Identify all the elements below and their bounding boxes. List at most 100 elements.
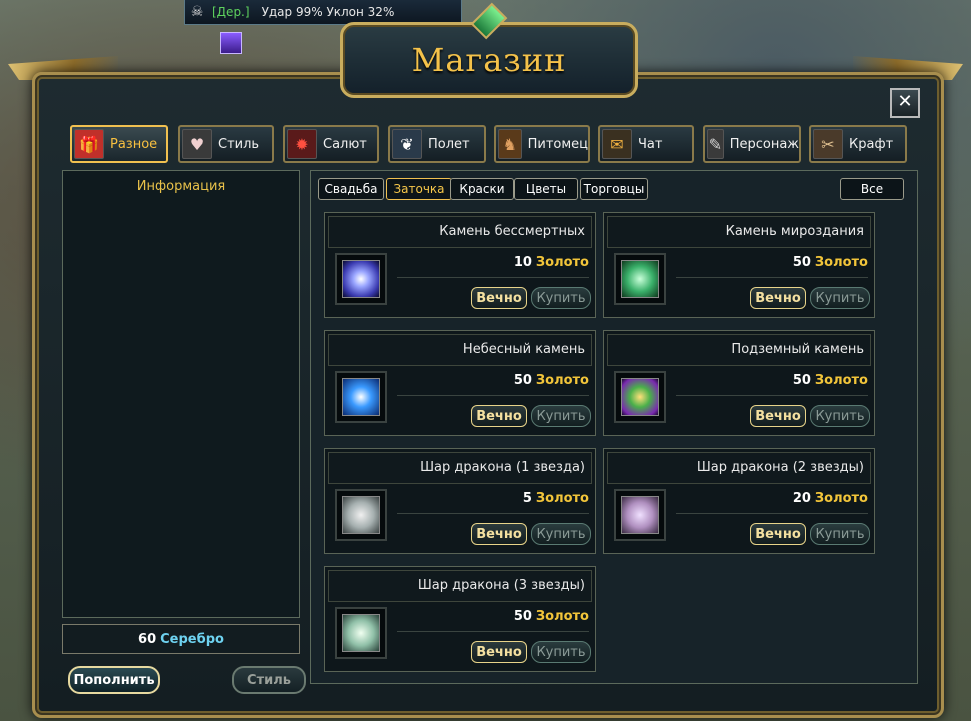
subtab-wedding[interactable]: Свадьба [318, 178, 384, 200]
buy-button[interactable]: Купить [810, 405, 870, 427]
item-icon-frame[interactable] [614, 371, 666, 423]
window-title: Магазин [411, 41, 567, 79]
buy-button[interactable]: Купить [531, 287, 591, 309]
heavenly-stone-icon [342, 378, 380, 416]
subtab-enhance[interactable]: Заточка [386, 178, 452, 200]
forever-button[interactable]: Вечно [471, 523, 527, 545]
tab-craft[interactable]: ✂ Крафт [809, 125, 907, 163]
refill-button[interactable]: Пополнить [68, 666, 160, 694]
forever-button[interactable]: Вечно [471, 405, 527, 427]
price-value: 10 [513, 255, 532, 270]
tab-label: Салют [323, 136, 367, 152]
target-rank: [Дер.] [212, 5, 250, 19]
price-unit: Золото [535, 255, 589, 270]
chat-icon: ✉ [602, 129, 632, 159]
tab-label: Крафт [849, 136, 894, 152]
price-value: 50 [792, 255, 811, 270]
tab-chat[interactable]: ✉ Чат [598, 125, 694, 163]
price-unit: Золото [814, 491, 868, 506]
close-icon: ✕ [897, 91, 913, 112]
subtab-paints[interactable]: Краски [450, 178, 514, 200]
price-value: 50 [513, 373, 532, 388]
price-value: 50 [792, 373, 811, 388]
dragon-ball-3-icon [342, 614, 380, 652]
target-stats: Удар 99% Уклон 32% [261, 5, 395, 19]
dragon-ball-2-icon [621, 496, 659, 534]
item-name: Шар дракона (3 звезды) [328, 570, 592, 602]
buy-button[interactable]: Купить [531, 641, 591, 663]
divider [397, 395, 589, 396]
firework-icon: ✹ [287, 129, 317, 159]
price-unit: Золото [535, 491, 589, 506]
tab-label: Разное [110, 136, 158, 152]
all-button[interactable]: Все [840, 178, 904, 200]
divider [676, 277, 868, 278]
item-icon-frame[interactable] [335, 607, 387, 659]
immortal-stone-icon [342, 260, 380, 298]
tab-label: Стиль [218, 136, 260, 152]
item-name: Подземный камень [607, 334, 871, 366]
style-icon: ♥ [182, 129, 212, 159]
underground-stone-icon [621, 378, 659, 416]
skull-icon: ☠ [190, 4, 204, 20]
item-price: 20 Золото [793, 491, 868, 506]
item-icon-frame[interactable] [335, 489, 387, 541]
shop-item-card: Камень мироздания 50 Золото Вечно Купить [603, 212, 875, 318]
tab-flight[interactable]: ❦ Полет [388, 125, 486, 163]
shop-item-card: Небесный камень 50 Золото Вечно Купить [324, 330, 596, 436]
item-icon-frame[interactable] [335, 371, 387, 423]
item-price: 50 Золото [793, 255, 868, 270]
shop-item-card: Подземный камень 50 Золото Вечно Купить [603, 330, 875, 436]
wing-icon: ❦ [392, 129, 422, 159]
character-icon: ✎ [707, 129, 724, 159]
item-price: 10 Золото [514, 255, 589, 270]
subtab-flowers[interactable]: Цветы [514, 178, 578, 200]
tab-label: Полет [428, 136, 470, 152]
buy-button[interactable]: Купить [531, 405, 591, 427]
balance-display: 60 Серебро [62, 624, 300, 654]
item-icon-frame[interactable] [614, 253, 666, 305]
divider [397, 631, 589, 632]
item-name: Шар дракона (1 звезда) [328, 452, 592, 484]
shop-item-card: Шар дракона (1 звезда) 5 Золото Вечно Куп… [324, 448, 596, 554]
tab-firework[interactable]: ✹ Салют [283, 125, 379, 163]
price-unit: Золото [814, 373, 868, 388]
divider [397, 513, 589, 514]
balance-value: 60 [138, 631, 157, 647]
creation-stone-icon [621, 260, 659, 298]
buy-button[interactable]: Купить [810, 523, 870, 545]
forever-button[interactable]: Вечно [750, 287, 806, 309]
divider [397, 277, 589, 278]
tab-misc[interactable]: 🎁 Разное [70, 125, 168, 163]
divider [676, 395, 868, 396]
item-price: 50 Золото [514, 609, 589, 624]
tab-style[interactable]: ♥ Стиль [178, 125, 274, 163]
forever-button[interactable]: Вечно [471, 287, 527, 309]
info-panel: Информация [62, 170, 300, 618]
forever-button[interactable]: Вечно [750, 405, 806, 427]
item-name: Шар дракона (2 звезды) [607, 452, 871, 484]
buy-button[interactable]: Купить [810, 287, 870, 309]
forever-button[interactable]: Вечно [471, 641, 527, 663]
tab-label: Персонаж [729, 136, 799, 152]
item-price: 5 Золото [523, 491, 589, 506]
shop-item-card: Шар дракона (3 звезды) 50 Золото Вечно Ку… [324, 566, 596, 672]
subtab-merchants[interactable]: Торговцы [580, 178, 648, 200]
item-icon-frame[interactable] [335, 253, 387, 305]
style-button[interactable]: Стиль [232, 666, 306, 694]
price-value: 5 [522, 491, 532, 506]
price-unit: Золото [535, 373, 589, 388]
dragon-ball-1-icon [342, 496, 380, 534]
item-price: 50 Золото [514, 373, 589, 388]
item-icon-frame[interactable] [614, 489, 666, 541]
buy-button[interactable]: Купить [531, 523, 591, 545]
price-value: 20 [792, 491, 811, 506]
gift-icon: 🎁 [74, 129, 104, 159]
forever-button[interactable]: Вечно [750, 523, 806, 545]
tab-character[interactable]: ✎ Персонаж [703, 125, 801, 163]
close-button[interactable]: ✕ [890, 88, 920, 118]
buff-icon[interactable] [220, 32, 242, 54]
tab-pet[interactable]: ♞ Питомец [494, 125, 590, 163]
pet-icon: ♞ [498, 129, 522, 159]
item-name: Камень бессмертных [328, 216, 592, 248]
